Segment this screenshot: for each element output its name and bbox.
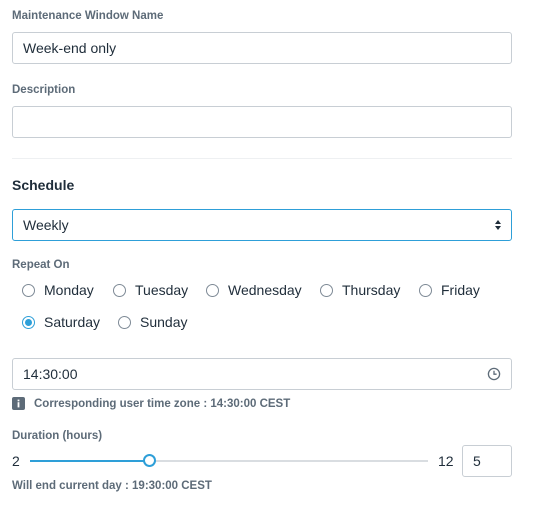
updown-arrows-icon <box>495 220 501 230</box>
duration-slider-fill <box>30 460 150 462</box>
radio-thursday[interactable] <box>320 283 333 297</box>
day-option-thursday[interactable]: Thursday <box>320 282 400 298</box>
clock-icon[interactable] <box>487 367 501 381</box>
day-label: Monday <box>44 282 94 298</box>
day-option-monday[interactable]: Monday <box>22 282 94 298</box>
section-divider <box>12 158 512 159</box>
duration-max-label: 12 <box>438 453 454 469</box>
day-option-saturday[interactable]: Saturday <box>22 314 100 330</box>
day-option-tuesday[interactable]: Tuesday <box>113 282 188 298</box>
radio-saturday[interactable] <box>22 315 35 329</box>
time-value: 14:30:00 <box>23 366 78 382</box>
duration-label: Duration (hours) <box>12 430 103 442</box>
timezone-hint: Corresponding user time zone : 14:30:00 … <box>12 397 290 410</box>
day-option-wednesday[interactable]: Wednesday <box>206 282 302 298</box>
day-label: Sunday <box>140 314 188 330</box>
radio-tuesday[interactable] <box>113 283 126 297</box>
day-option-sunday[interactable]: Sunday <box>118 314 187 330</box>
radio-friday[interactable] <box>419 283 432 297</box>
duration-slider-track[interactable] <box>30 460 428 462</box>
day-label: Tuesday <box>135 282 189 298</box>
info-icon <box>12 397 25 410</box>
end-time-hint: Will end current day : 19:30:00 CEST <box>12 480 212 492</box>
duration-min-label: 2 <box>12 453 20 469</box>
schedule-select[interactable]: Weekly <box>12 209 512 241</box>
day-label: Saturday <box>44 314 101 330</box>
day-label: Wednesday <box>228 282 302 298</box>
description-label: Description <box>12 84 76 96</box>
radio-wednesday[interactable] <box>206 283 219 297</box>
name-label: Maintenance Window Name <box>12 10 164 22</box>
schedule-title: Schedule <box>12 177 75 193</box>
day-label: Friday <box>441 282 480 298</box>
day-option-friday[interactable]: Friday <box>419 282 480 298</box>
repeat-on-label: Repeat On <box>12 259 70 271</box>
duration-slider-thumb[interactable] <box>142 454 156 467</box>
duration-number-input[interactable]: 5 <box>462 445 512 477</box>
time-input[interactable]: 14:30:00 <box>12 358 512 390</box>
radio-monday[interactable] <box>22 283 35 297</box>
day-label: Thursday <box>342 282 401 298</box>
schedule-select-value: Weekly <box>23 217 69 233</box>
description-input[interactable] <box>12 106 512 138</box>
radio-sunday[interactable] <box>118 315 131 329</box>
name-input[interactable]: Week-end only <box>12 32 512 64</box>
timezone-hint-text: Corresponding user time zone : 14:30:00 … <box>34 397 291 410</box>
